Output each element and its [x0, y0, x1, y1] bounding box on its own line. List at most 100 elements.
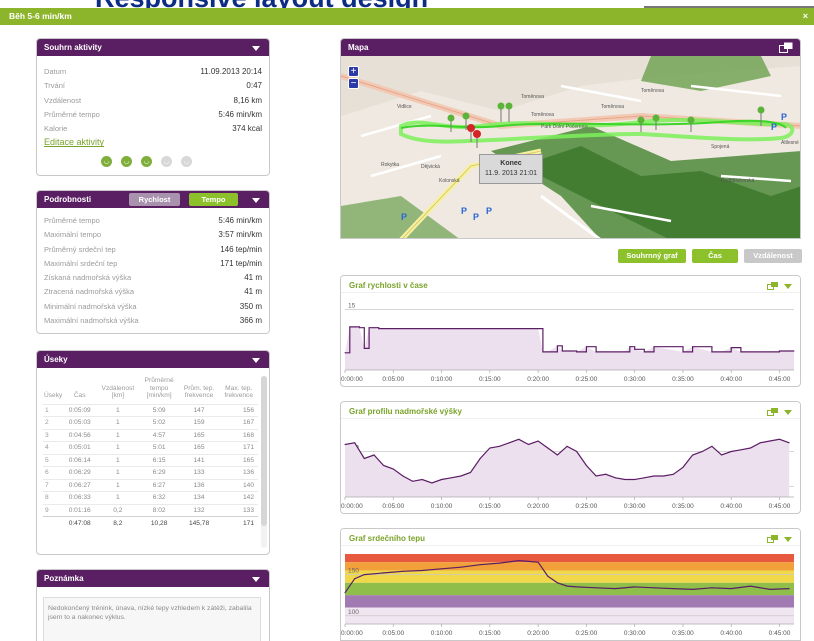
column-header[interactable]: Úseky	[43, 377, 63, 404]
feel-face-icon[interactable]: ◡	[121, 156, 132, 167]
expand-icon[interactable]	[767, 408, 778, 416]
table-row[interactable]: 4 0:05:01 1 5:01 165 171	[43, 441, 258, 454]
table-cell: 142	[219, 491, 258, 504]
parking-icon: P	[771, 122, 777, 132]
data-point	[354, 578, 356, 580]
table-cell: 1	[96, 441, 140, 454]
data-point	[624, 351, 626, 353]
map-street-label: Podbělohorská	[721, 178, 755, 184]
data-point	[750, 585, 752, 587]
table-row[interactable]: 7 0:06:27 1 6:27 136 140	[43, 478, 258, 492]
data-point	[653, 475, 655, 477]
kv-row: Průměrné tempo 5:46 min/km	[37, 214, 269, 228]
column-header-line: frekvence	[184, 392, 214, 399]
map-street-label: Park Dolní Počernice	[541, 124, 588, 130]
kv-value: 146 tep/min	[220, 244, 262, 254]
x-tick-label: 0:35:00	[672, 503, 694, 510]
column-header-line: Čas	[73, 392, 86, 399]
feel-face-icon[interactable]: ◡	[161, 156, 172, 167]
feel-face-icon[interactable]: ◡	[181, 156, 192, 167]
column-header[interactable]: Čas	[63, 377, 96, 404]
kv-row: Průměrné tempo 5:46 min/km	[37, 108, 269, 122]
chevron-down-icon[interactable]	[784, 536, 792, 542]
chart-header: Graf profilu nadmořské výšky	[341, 402, 800, 419]
kv-value: 5:46 min/km	[218, 109, 262, 119]
chevron-down-icon[interactable]	[252, 577, 260, 582]
table-row[interactable]: 6 0:06:29 1 6:29 133 136	[43, 466, 258, 479]
kv-row: Kalorie 374 kcal	[37, 122, 269, 136]
sections-table: Úseky Čas Vzdálenost [km] Průměrné tempo [min/…	[43, 377, 258, 529]
table-cell: 4:57	[139, 428, 179, 442]
data-point	[634, 479, 636, 480]
chevron-down-icon[interactable]	[252, 198, 260, 203]
map-street-label: Vidlice	[397, 104, 412, 110]
table-cell: 0:05:09	[63, 403, 97, 417]
chevron-down-icon[interactable]	[252, 358, 260, 363]
table-cell: 1	[96, 466, 140, 479]
edit-activity-link[interactable]: Editace aktivity	[37, 137, 269, 147]
note-textarea[interactable]: Nedokončený trénink, únava, nízké tepy v…	[43, 597, 261, 641]
table-row[interactable]: 5 0:06:14 1 6:15 141 165	[43, 453, 258, 467]
tab-speed[interactable]: Rychlost	[129, 193, 180, 206]
feel-face-icon[interactable]: ◡	[101, 156, 112, 167]
feel-rating[interactable]: ◡ ◡ ◡ ◡ ◡	[101, 156, 192, 167]
column-header[interactable]: Max. tep. frekvence	[219, 377, 258, 404]
table-cell: 7	[43, 478, 64, 492]
data-point	[793, 350, 795, 352]
summary-graph-button[interactable]: Souhrnný graf	[618, 249, 686, 263]
chart-header: Graf rychlosti v čase	[341, 276, 800, 293]
feel-face-icon[interactable]: ◡	[141, 156, 152, 167]
data-point	[663, 475, 665, 477]
panel-header: Souhrn aktivity	[37, 39, 269, 56]
tab-pace[interactable]: Tempo	[189, 193, 238, 206]
data-point	[740, 449, 742, 451]
column-header[interactable]: Prům. tep. frekvence	[179, 377, 220, 404]
column-header[interactable]: Vzdálenost [km]	[96, 377, 140, 404]
kv-label: Minimální nadmořská výška	[44, 301, 137, 311]
data-point	[421, 479, 423, 480]
data-point	[730, 588, 732, 590]
zoom-out-button[interactable]: −	[348, 78, 359, 89]
chevron-down-icon[interactable]	[252, 46, 260, 51]
time-axis-button[interactable]: Čas	[692, 249, 738, 263]
data-point	[643, 351, 645, 353]
column-header[interactable]: Průměrné tempo [min/km]	[140, 377, 179, 404]
column-header-line: [km]	[111, 392, 125, 399]
expand-icon[interactable]	[767, 535, 778, 543]
close-icon[interactable]: ×	[803, 11, 808, 21]
kv-value: 5:46 min/km	[218, 216, 262, 225]
x-tick-label: 0:30:00	[624, 376, 646, 383]
x-tick-label: 0:10:00	[431, 376, 453, 383]
x-tick-label: 0:05:00	[382, 630, 404, 637]
data-point	[750, 447, 752, 449]
data-point	[643, 477, 645, 479]
map-view[interactable]: Toměnova Toměnova Toměnova Toměnova Dějv…	[341, 56, 800, 238]
chart-title: Graf rychlosti v čase	[349, 281, 428, 290]
table-row[interactable]: 3 0:04:56 1 4:57 165 168	[43, 428, 258, 442]
data-point	[479, 458, 481, 459]
kv-value: 366 m	[239, 316, 262, 326]
map-street-label: Toměnova	[531, 112, 554, 118]
x-tick-label: 0:15:00	[479, 503, 501, 510]
kv-row: Vzdálenost 8,16 km	[37, 94, 269, 108]
zoom-in-button[interactable]: +	[348, 66, 359, 77]
elevation-chart-panel: Graf profilu nadmořské výšky 3603500:00:…	[340, 401, 801, 514]
table-row[interactable]: 8 0:06:33 1 6:32 134 142	[43, 491, 258, 504]
data-point	[542, 351, 544, 353]
table-row[interactable]: 1 0:05:09 1 5:09 147 156	[43, 403, 258, 417]
scrollbar-thumb[interactable]	[261, 376, 267, 526]
data-point	[788, 442, 790, 444]
chart-header: Graf srdečního tepu	[341, 529, 800, 546]
table-row[interactable]: 2 0:05:03 1 5:02 159 167	[43, 416, 258, 429]
distance-axis-button[interactable]: Vzdálenost	[744, 249, 802, 263]
chevron-down-icon[interactable]	[784, 409, 792, 415]
expand-icon[interactable]	[779, 42, 793, 53]
chevron-down-icon[interactable]	[784, 283, 792, 289]
table-cell: 136	[178, 478, 220, 492]
table-cell: 0:05:01	[63, 441, 97, 454]
expand-icon[interactable]	[767, 282, 778, 290]
table-row[interactable]: 9 0:01:16 0,2 8:02 132 133	[43, 503, 258, 517]
popup-label: Konec	[500, 160, 522, 167]
data-point	[653, 587, 655, 589]
table-cell: 1	[96, 416, 140, 429]
